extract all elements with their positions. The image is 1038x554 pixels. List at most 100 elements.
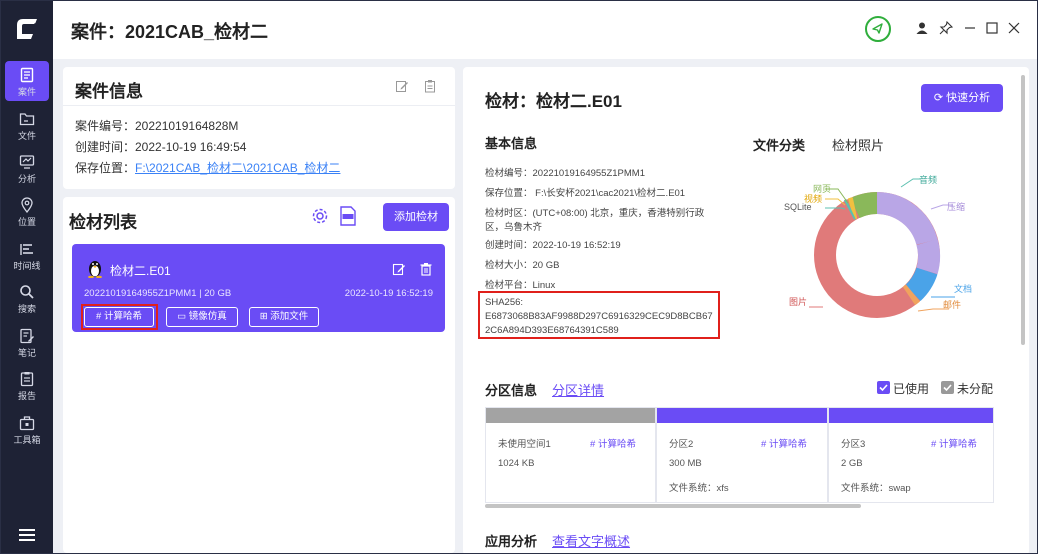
hash-icon: # xyxy=(761,439,769,450)
user-icon[interactable] xyxy=(915,21,929,35)
partition-size: 1024 KB xyxy=(498,458,535,469)
quick-analysis-label: 快速分析 xyxy=(946,92,991,104)
hash-icon: # xyxy=(590,439,598,450)
app-window: 案件 文件 分析 位置 时间线 搜索 笔记 报告 工具箱 案件：2021CAB_… xyxy=(0,0,1038,554)
menu-icon[interactable] xyxy=(17,527,37,543)
sidebar-item-timeline[interactable]: 时间线 xyxy=(5,235,49,275)
status-indicator-icon[interactable] xyxy=(865,16,891,42)
evidence-name: 检材二.E01 xyxy=(110,264,171,278)
sha-value-line1: E6873068B83AF9988D297C6916329CEC9D8BCB67 xyxy=(485,311,713,322)
sidebar-item-location[interactable]: 位置 xyxy=(5,191,49,231)
sidebar-item-analysis[interactable]: 分析 xyxy=(5,148,49,188)
partition-hash-button[interactable]: # 计算哈希 xyxy=(761,436,807,450)
sidebar-item-toolbox[interactable]: 工具箱 xyxy=(5,409,49,449)
sidebar-item-label: 位置 xyxy=(17,217,36,227)
legend-mail: 邮件 xyxy=(943,300,962,310)
clipboard-icon[interactable] xyxy=(423,79,437,93)
info-line: 检材编号：20221019164955Z1PMM1 xyxy=(485,168,646,179)
timeline-icon xyxy=(20,244,33,255)
evidence-item[interactable]: 检材二.E01 20221019164955Z1PMM1 | 20 GB 202… xyxy=(72,244,445,332)
legend-image: 图片 xyxy=(789,297,808,307)
maximize-icon[interactable] xyxy=(985,21,999,35)
horizontal-scrollbar[interactable] xyxy=(485,504,861,508)
divider xyxy=(63,105,455,106)
unallocated-checkbox[interactable] xyxy=(941,381,954,394)
highlight-box xyxy=(81,304,158,330)
partition-hash-button[interactable]: # 计算哈希 xyxy=(931,436,977,450)
sidebar-item-label: 案件 xyxy=(17,87,36,97)
settings-icon[interactable] xyxy=(311,207,329,225)
evidence-list-title: 检材列表 xyxy=(69,213,137,232)
mirror-simulation-button[interactable]: ▭ 镜像仿真 xyxy=(166,307,238,327)
case-created-time: 创建时间：2022-10-19 16:49:54 xyxy=(75,140,247,154)
partition-hash-button[interactable]: # 计算哈希 xyxy=(590,436,636,450)
add-file-button[interactable]: ⊞ 添加文件 xyxy=(249,307,319,327)
add-file-icon: ⊞ xyxy=(259,311,271,322)
quick-analysis-button[interactable]: ⟳ 快速分析 xyxy=(921,84,1003,112)
partition-column: 分区3 # 计算哈希 2 GB 文件系统：swap xyxy=(828,407,994,503)
monitor-icon xyxy=(19,155,35,169)
vertical-scrollbar[interactable] xyxy=(1021,75,1025,345)
partition-bar xyxy=(657,408,827,423)
sidebar-item-label: 报告 xyxy=(17,391,36,401)
used-checkbox[interactable] xyxy=(877,381,890,394)
minimize-icon[interactable] xyxy=(963,21,977,35)
partition-title: 分区信息 xyxy=(485,383,538,398)
tab-evidence-photos[interactable]: 检材照片 xyxy=(832,135,884,154)
close-icon[interactable] xyxy=(1007,21,1021,35)
partition-name: 分区3 xyxy=(841,439,866,450)
partition-fs: 文件系统：swap xyxy=(841,483,911,494)
search-icon xyxy=(20,285,34,299)
notes-icon xyxy=(20,328,34,344)
pin-icon[interactable] xyxy=(939,21,953,35)
partition-column: 分区2 # 计算哈希 300 MB 文件系统：xfs xyxy=(656,407,828,503)
detail-title: 检材：检材二.E01 xyxy=(485,92,622,111)
partition-hash-label: 计算哈希 xyxy=(768,439,807,450)
partition-hash-label: 计算哈希 xyxy=(597,439,636,450)
app-logo-icon xyxy=(17,19,37,39)
sidebar-item-report[interactable]: 报告 xyxy=(5,365,49,405)
info-line: 检材平台：Linux xyxy=(485,280,556,291)
sha-value-line2: 2C6A894D393E68764391C589 xyxy=(485,325,619,336)
legend-sqlite: SQLite xyxy=(784,202,812,212)
sidebar-item-search[interactable]: 搜索 xyxy=(5,278,49,318)
partition-hash-label: 计算哈希 xyxy=(938,439,977,450)
legend-doc: 文档 xyxy=(954,284,973,294)
sidebar-item-file[interactable]: 文件 xyxy=(5,105,49,145)
info-line: 检材时区：(UTC+08:00) 北京，重庆，香港特别行政 xyxy=(485,208,705,219)
sidebar-item-case[interactable]: 案件 xyxy=(5,61,49,101)
partition-column: 未使用空间1 # 计算哈希 1024 KB xyxy=(485,407,656,503)
partition-size: 2 GB xyxy=(841,458,863,469)
sidebar-item-notes[interactable]: 笔记 xyxy=(5,322,49,362)
evidence-detail-card: 检材：检材二.E01 ⟳ 快速分析 基本信息 检材编号：202210191649… xyxy=(463,67,1029,553)
linux-penguin-icon xyxy=(88,261,102,278)
sidebar-item-label: 分析 xyxy=(17,174,36,184)
add-evidence-button[interactable]: 添加检材 xyxy=(383,203,449,231)
text-summary-link[interactable]: 查看文字概述 xyxy=(552,531,630,550)
evidence-meta: 20221019164955Z1PMM1 | 20 GB xyxy=(84,288,232,299)
donut-leader-lines xyxy=(809,178,955,312)
case-info-card: 案件信息 案件编号：20221019164828M 创建时间：2022-10-1… xyxy=(63,67,455,189)
case-location: 保存位置：F:\2021CAB_检材二\2021CAB_检材二 xyxy=(75,159,340,176)
partition-fs: 文件系统：xfs xyxy=(669,483,729,494)
edit-icon[interactable] xyxy=(395,79,409,93)
partition-detail-link[interactable]: 分区详情 xyxy=(552,380,604,399)
edit-icon[interactable] xyxy=(392,262,406,276)
quick-analysis-icon: ⟳ xyxy=(933,92,947,104)
partition-name: 分区2 xyxy=(669,439,694,450)
sidebar-item-label: 笔记 xyxy=(17,348,36,358)
unallocated-label: 未分配 xyxy=(957,382,994,396)
used-label: 已使用 xyxy=(893,382,930,396)
case-location-link[interactable]: F:\2021CAB_检材二\2021CAB_检材二 xyxy=(135,161,340,175)
monitor-icon: ▭ xyxy=(177,311,189,322)
app-analysis-title: 应用分析 xyxy=(485,534,538,549)
bcp-file-icon[interactable] xyxy=(339,206,357,226)
folder-icon xyxy=(19,113,35,126)
case-number: 案件编号：20221019164828M xyxy=(75,119,239,133)
tab-file-classification[interactable]: 文件分类 xyxy=(753,135,805,154)
mirror-simulation-label: 镜像仿真 xyxy=(188,311,227,322)
delete-icon[interactable] xyxy=(419,262,433,276)
location-pin-icon xyxy=(21,197,33,213)
sidebar-item-label: 文件 xyxy=(17,131,36,141)
page-title: 案件：2021CAB_检材二 xyxy=(71,22,269,42)
